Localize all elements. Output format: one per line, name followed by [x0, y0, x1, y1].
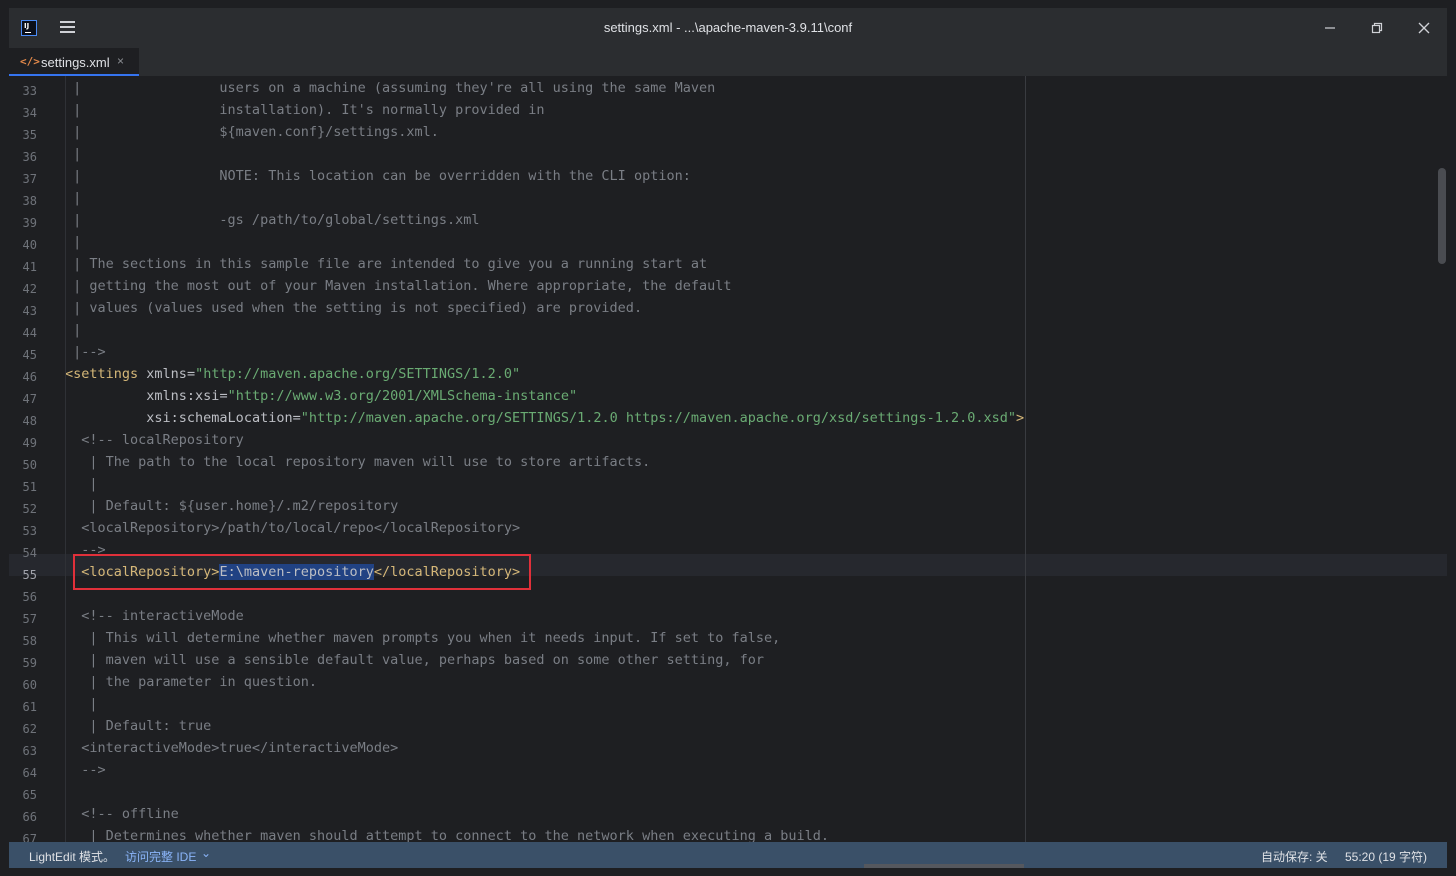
line-number: 67	[22, 832, 37, 842]
code-line[interactable]: | installation). It's normally provided …	[65, 102, 544, 124]
line-number: 34	[22, 106, 37, 120]
line-number: 43	[22, 304, 37, 318]
line-number: 54	[22, 546, 37, 560]
code-line[interactable]: | -gs /path/to/global/settings.xml	[65, 212, 479, 234]
indent-guide	[65, 76, 66, 842]
line-number: 59	[22, 656, 37, 670]
code-line[interactable]: <interactiveMode>true</interactiveMode>	[65, 740, 398, 762]
restore-icon	[1371, 22, 1383, 34]
line-number: 55	[22, 568, 37, 582]
code-line[interactable]: |	[65, 322, 81, 344]
line-number: 57	[22, 612, 37, 626]
lightedit-mode-label: LightEdit 模式。	[29, 850, 116, 864]
right-margin-guide	[1025, 76, 1026, 842]
line-number: 44	[22, 326, 37, 340]
tab-close-icon[interactable]: ×	[117, 54, 124, 68]
tab-settings-xml[interactable]: </> settings.xml ×	[9, 48, 139, 76]
code-line[interactable]: |	[65, 696, 97, 718]
app-icon-text: IJ	[24, 22, 30, 30]
code-line[interactable]: |	[65, 476, 97, 498]
line-number: 33	[22, 84, 37, 98]
line-number: 46	[22, 370, 37, 384]
line-number: 62	[22, 722, 37, 736]
window: IJ settings.xml - ...\apache-maven-3.9.1…	[9, 8, 1447, 868]
line-number: 38	[22, 194, 37, 208]
close-icon	[1418, 22, 1430, 34]
line-number: 49	[22, 436, 37, 450]
code-line[interactable]: <localRepository>/path/to/local/repo</lo…	[65, 520, 520, 542]
code-line[interactable]: |	[65, 146, 81, 168]
line-number: 52	[22, 502, 37, 516]
minimize-button[interactable]	[1307, 8, 1353, 48]
code-line[interactable]: | getting the most out of your Maven ins…	[65, 278, 731, 300]
line-number: 50	[22, 458, 37, 472]
minimize-icon	[1325, 27, 1335, 29]
code-line[interactable]: | The sections in this sample file are i…	[65, 256, 707, 278]
line-number: 56	[22, 590, 37, 604]
app-icon[interactable]: IJ	[21, 20, 37, 36]
code-line[interactable]: |	[65, 190, 81, 212]
line-number: 61	[22, 700, 37, 714]
code-line[interactable]: | maven will use a sensible default valu…	[65, 652, 764, 674]
code-editor[interactable]: 33 34 35 36 37 38 39 40 41 42 43 44 45 46 47 48 49 50 51 52…	[9, 76, 1447, 842]
line-number: 45	[22, 348, 37, 362]
code-line[interactable]: | NOTE: This location can be overridden …	[65, 168, 691, 190]
scrollbar-thumb[interactable]	[1438, 168, 1446, 264]
line-number: 60	[22, 678, 37, 692]
highlight-annotation-box	[73, 554, 531, 590]
code-line[interactable]: | This will determine whether maven prom…	[65, 630, 780, 652]
code-line[interactable]: | the parameter in question.	[65, 674, 317, 696]
line-number: 39	[22, 216, 37, 230]
code-line[interactable]: | Default: ${user.home}/.m2/repository	[65, 498, 398, 520]
line-number: 66	[22, 810, 37, 824]
line-number: 53	[22, 524, 37, 538]
line-number: 40	[22, 238, 37, 252]
line-number: 35	[22, 128, 37, 142]
code-line[interactable]: | values (values used when the setting i…	[65, 300, 642, 322]
code-area[interactable]: | users on a machine (assuming they're a…	[57, 76, 1437, 842]
line-number-gutter: 33 34 35 36 37 38 39 40 41 42 43 44 45 46 47 48 49 50 51 52…	[9, 76, 57, 842]
code-line[interactable]: xmlns:xsi="http://www.w3.org/2001/XMLSch…	[65, 388, 577, 410]
code-line[interactable]: <!-- localRepository	[65, 432, 244, 454]
code-line[interactable]: -->	[65, 762, 105, 784]
restore-button[interactable]	[1354, 8, 1400, 48]
line-number: 37	[22, 172, 37, 186]
autosave-status[interactable]: 自动保存: 关	[1261, 848, 1328, 865]
code-line[interactable]: | users on a machine (assuming they're a…	[65, 80, 715, 102]
line-number: 63	[22, 744, 37, 758]
line-number: 48	[22, 414, 37, 428]
code-line[interactable]: |	[65, 234, 81, 256]
horizontal-scrollbar[interactable]	[864, 864, 1024, 868]
line-number: 51	[22, 480, 37, 494]
code-line[interactable]: | Determines whether maven should attemp…	[65, 828, 829, 842]
code-line[interactable]: | Default: true	[65, 718, 211, 740]
cursor-position[interactable]: 55:20 (19 字符)	[1345, 848, 1427, 865]
line-number: 42	[22, 282, 37, 296]
code-line[interactable]: <!-- interactiveMode	[65, 608, 244, 630]
code-line[interactable]: | ${maven.conf}/settings.xml.	[65, 124, 439, 146]
xml-file-icon: </>	[20, 55, 40, 68]
line-number: 36	[22, 150, 37, 164]
window-title: settings.xml - ...\apache-maven-3.9.11\c…	[603, 20, 853, 35]
line-number: 47	[22, 392, 37, 406]
line-number: 64	[22, 766, 37, 780]
line-number: 58	[22, 634, 37, 648]
close-button[interactable]	[1401, 8, 1447, 48]
chevron-down-icon[interactable]: ⌄	[201, 846, 211, 860]
code-line[interactable]: xsi:schemaLocation="http://maven.apache.…	[65, 410, 1024, 432]
code-line[interactable]: |-->	[65, 344, 106, 366]
main-menu-icon[interactable]	[60, 21, 75, 35]
tab-bar: </> settings.xml ×	[9, 48, 1447, 77]
code-line[interactable]: <settings xmlns="http://maven.apache.org…	[65, 366, 520, 388]
open-full-ide-link[interactable]: 访问完整 IDE	[125, 848, 196, 865]
line-number: 41	[22, 260, 37, 274]
title-bar: IJ settings.xml - ...\apache-maven-3.9.1…	[9, 8, 1447, 48]
line-number: 65	[22, 788, 37, 802]
tab-label: settings.xml	[41, 55, 110, 70]
code-line[interactable]: <!-- offline	[65, 806, 179, 828]
status-bar: LightEdit 模式。 访问完整 IDE ⌄ 自动保存: 关 55:20 (…	[9, 842, 1447, 868]
vertical-scrollbar[interactable]	[1435, 76, 1447, 842]
code-line[interactable]: | The path to the local repository maven…	[65, 454, 650, 476]
